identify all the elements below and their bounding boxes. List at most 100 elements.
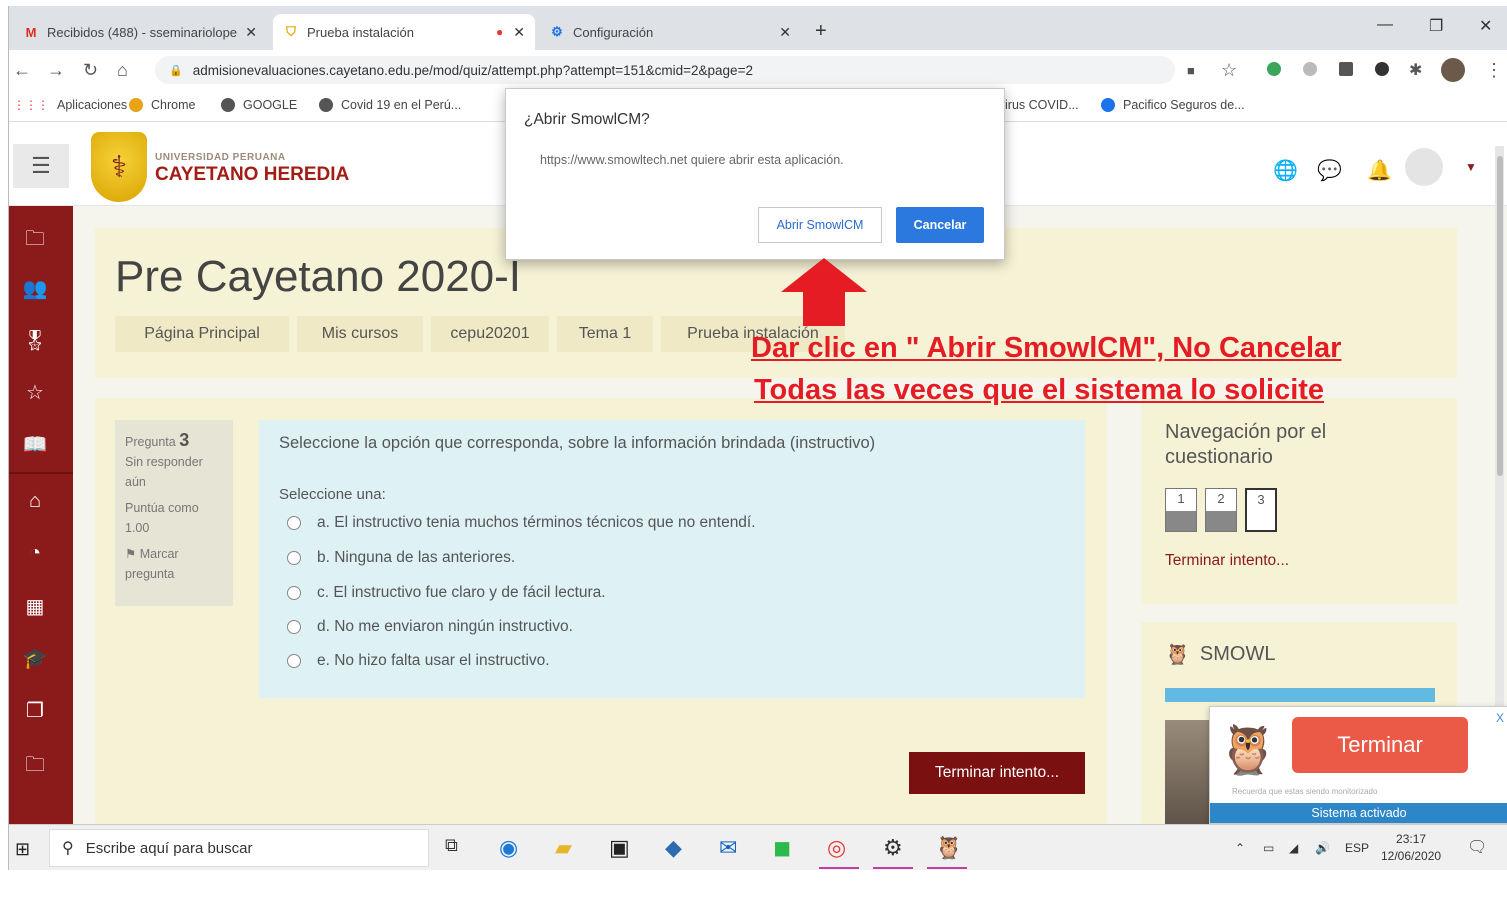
close-window-icon[interactable]: ✕ xyxy=(1479,16,1492,36)
files-icon[interactable]: ❐ xyxy=(9,698,61,723)
home-icon[interactable]: ⌂ xyxy=(9,490,61,513)
file-explorer-icon[interactable]: ▰ xyxy=(555,835,572,861)
browser-tab-strip: M Recibidos (488) - sseminariolope ✕ ⛉ P… xyxy=(9,6,1507,50)
gmail-icon: M xyxy=(25,24,37,40)
cancel-button[interactable]: Cancelar xyxy=(896,207,984,243)
quiz-nav-question-3[interactable]: 3 xyxy=(1245,488,1277,532)
messages-icon[interactable]: 💬 xyxy=(1317,158,1342,183)
answer-option[interactable]: e. No hizo falta usar el instructivo. xyxy=(287,652,550,670)
quiz-nav-question-2[interactable]: 2 xyxy=(1205,488,1237,532)
close-tab-icon[interactable]: ✕ xyxy=(513,24,525,41)
volume-icon[interactable]: 🔊 xyxy=(1315,841,1330,855)
reload-icon[interactable]: ↻ xyxy=(83,60,98,81)
page-scrollbar-thumb[interactable] xyxy=(1497,156,1503,476)
answer-option[interactable]: a. El instructivo tenia muchos términos … xyxy=(287,514,756,532)
answer-option[interactable]: b. Ninguna de las anteriores. xyxy=(287,549,515,567)
breadcrumb-item[interactable]: Página Principal xyxy=(115,316,289,352)
taskbar-search-box[interactable]: ⚲ Escribe aquí para buscar xyxy=(49,829,429,867)
breadcrumb-item[interactable]: Mis cursos xyxy=(297,316,423,352)
chevron-up-icon[interactable]: ⌃ xyxy=(1235,841,1245,855)
mail-icon[interactable]: ✉ xyxy=(719,835,737,861)
user-avatar[interactable] xyxy=(1405,148,1443,186)
forward-icon[interactable]: → xyxy=(47,60,65,81)
star-icon[interactable]: ☆ xyxy=(9,380,61,405)
breadcrumb-item[interactable]: cepu20201 xyxy=(431,316,549,352)
globe-icon xyxy=(319,98,333,112)
breadcrumb-item[interactable]: Tema 1 xyxy=(557,316,653,352)
new-tab-icon[interactable]: + xyxy=(815,20,827,43)
radio-button[interactable] xyxy=(287,516,301,530)
app-icon[interactable]: ◆ xyxy=(665,835,682,861)
quiz-nav-question-1[interactable]: 1 xyxy=(1165,488,1197,532)
radio-button[interactable] xyxy=(287,586,301,600)
tab-prueba[interactable]: ⛉ Prueba instalación ● ✕ xyxy=(273,14,535,50)
flag-question-link[interactable]: ⚑ Marcar xyxy=(125,544,223,564)
answer-option[interactable]: d. No me enviaron ningún instructivo. xyxy=(287,618,573,636)
settings-gear-icon[interactable]: ⚙ xyxy=(883,835,903,861)
language-indicator[interactable]: ESP xyxy=(1345,841,1369,855)
extension-black-icon[interactable] xyxy=(1375,62,1389,76)
badge-icon[interactable]: 🎖 xyxy=(9,328,61,353)
restore-icon[interactable]: ❐ xyxy=(1429,16,1443,36)
home-icon[interactable]: ⌂ xyxy=(117,60,128,81)
star-icon[interactable]: ☆ xyxy=(1221,60,1237,81)
book-icon[interactable]: 📖 xyxy=(9,432,61,457)
puzzle-icon[interactable]: ✱ xyxy=(1409,60,1422,80)
extension-green-icon[interactable] xyxy=(1267,62,1281,76)
task-view-icon[interactable]: ⧉ xyxy=(445,835,458,856)
notifications-bell-icon[interactable]: 🔔 xyxy=(1367,158,1392,183)
hamburger-menu-icon[interactable]: ☰ xyxy=(13,144,69,188)
finish-attempt-button[interactable]: Terminar intento... xyxy=(909,752,1085,794)
bookmark-covid[interactable]: Covid 19 en el Perú... xyxy=(319,98,461,112)
camera-icon[interactable]: ■ xyxy=(1187,63,1195,78)
close-tab-icon[interactable]: ✕ xyxy=(779,24,791,41)
folder-icon[interactable]: 🗀 xyxy=(9,750,61,784)
menu-dots-icon[interactable]: ⋮ xyxy=(1485,60,1503,81)
bookmark-label: Aplicaciones xyxy=(57,98,128,112)
bookmark-google[interactable]: GOOGLE xyxy=(221,98,297,112)
users-icon[interactable]: 👥 xyxy=(9,276,61,301)
edge-icon[interactable]: ◉ xyxy=(499,835,518,861)
network-icon[interactable]: ◢ xyxy=(1289,841,1298,855)
university-logo[interactable]: ⚕ xyxy=(91,132,147,202)
radio-button[interactable] xyxy=(287,620,301,634)
flag-label-cont[interactable]: pregunta xyxy=(125,564,223,584)
extension-dark-icon[interactable] xyxy=(1339,62,1353,76)
tab-configuracion[interactable]: ⚙ Configuración ✕ xyxy=(539,14,801,50)
store-icon[interactable]: ▣ xyxy=(609,835,630,861)
extension-gray-icon[interactable] xyxy=(1303,62,1317,76)
language-globe-icon[interactable]: 🌐 xyxy=(1273,158,1298,183)
bookmark-virus-covid[interactable]: irus COVID... xyxy=(1005,98,1079,112)
tab-prueba-label: Prueba instalación xyxy=(307,24,414,40)
profile-avatar[interactable] xyxy=(1441,58,1465,82)
taskbar-clock[interactable]: 23:17 12/06/2020 xyxy=(1381,831,1441,865)
back-icon[interactable]: ← xyxy=(13,60,31,81)
bookmark-apps[interactable]: ⋮⋮⋮ Aplicaciones xyxy=(13,98,127,112)
close-icon[interactable]: X xyxy=(1496,711,1504,725)
smowl-terminar-button[interactable]: Terminar xyxy=(1292,717,1468,773)
nav-number: 3 xyxy=(1257,492,1265,507)
smowl-owl-icon[interactable]: 🦉 xyxy=(935,835,962,861)
bookmark-pacifico[interactable]: Pacifico Seguros de... xyxy=(1101,98,1245,112)
folder-icon[interactable]: 🗀 xyxy=(9,224,61,258)
chrome-icon[interactable]: ◎ xyxy=(827,835,846,861)
minimize-icon[interactable]: — xyxy=(1377,16,1393,34)
radio-button[interactable] xyxy=(287,654,301,668)
graduation-cap-icon[interactable]: 🎓 xyxy=(9,646,61,671)
pacifico-icon xyxy=(1101,98,1115,112)
tab-gmail[interactable]: M Recibidos (488) - sseminariolope ✕ xyxy=(13,14,267,50)
chevron-down-icon[interactable]: ▼ xyxy=(1465,160,1477,174)
close-tab-icon[interactable]: ✕ xyxy=(245,24,257,41)
windows-start-icon[interactable]: ⊞ xyxy=(15,839,30,860)
address-bar[interactable]: 🔒 admisionevaluaciones.cayetano.edu.pe/m… xyxy=(155,56,1175,84)
dashboard-gauge-icon[interactable]: ◔ xyxy=(9,542,61,565)
bookmark-chrome[interactable]: Chrome xyxy=(129,98,195,112)
answer-option[interactable]: c. El instructivo fue claro y de fácil l… xyxy=(287,584,606,602)
open-smowlcm-button[interactable]: Abrir SmowlCM xyxy=(758,207,882,243)
battery-icon[interactable]: ▭ xyxy=(1263,841,1274,855)
radio-button[interactable] xyxy=(287,551,301,565)
green-app-icon[interactable]: ◼ xyxy=(773,835,791,861)
notification-center-icon[interactable]: 🗨 xyxy=(1467,837,1487,857)
calendar-icon[interactable]: ▦ xyxy=(9,594,61,619)
finish-attempt-link[interactable]: Terminar intento... xyxy=(1165,552,1289,570)
